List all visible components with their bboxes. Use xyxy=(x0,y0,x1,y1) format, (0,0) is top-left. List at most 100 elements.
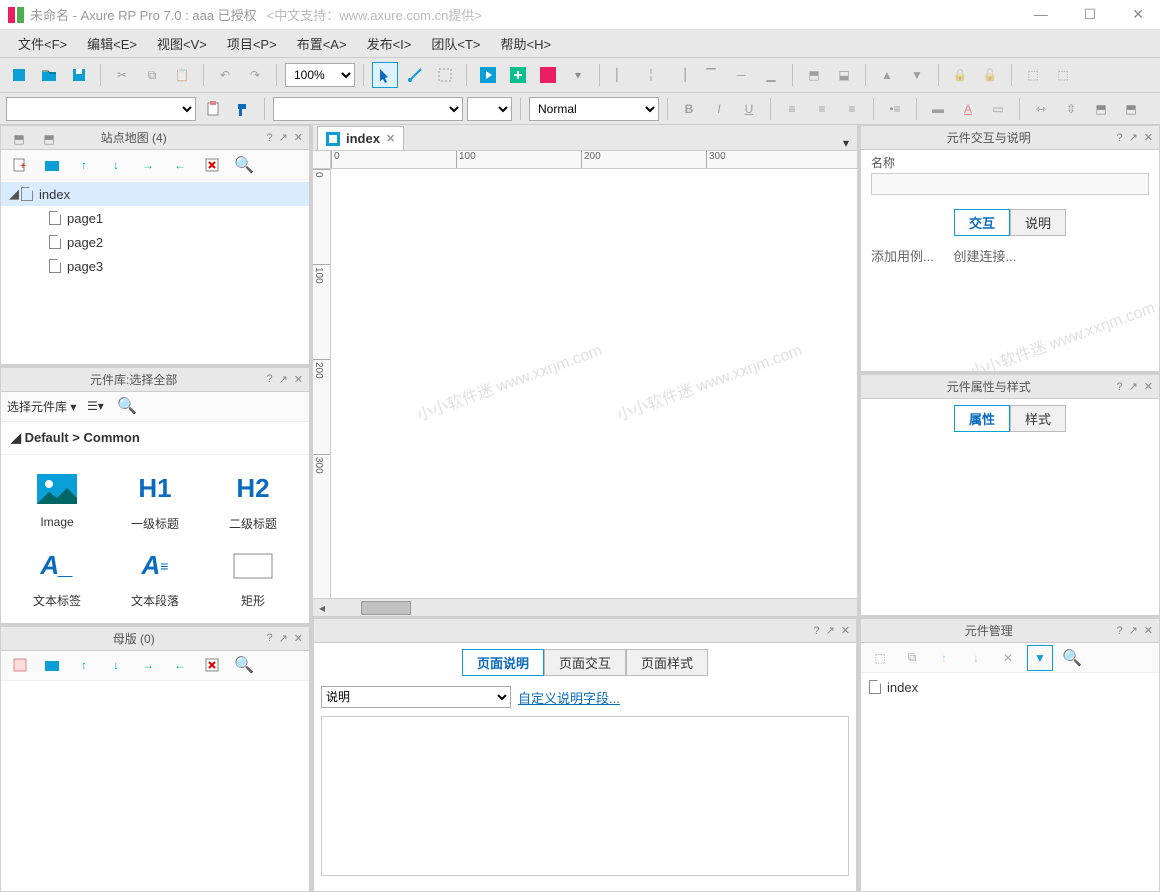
close-panel-icon[interactable]: ✕ xyxy=(294,632,303,645)
misc-button-2[interactable]: ⬚ xyxy=(1050,62,1076,88)
close-panel-icon[interactable]: ✕ xyxy=(294,131,303,144)
master-up-button[interactable]: ↑ xyxy=(71,652,97,678)
outline-filter-button[interactable]: ▼ xyxy=(1027,645,1053,671)
widget-rectangle[interactable]: 矩形 xyxy=(207,542,299,613)
widget-image[interactable]: Image xyxy=(11,465,103,536)
search-sitemap-button[interactable]: 🔍 xyxy=(231,152,257,178)
font-family-dropdown[interactable] xyxy=(273,97,463,121)
help-icon[interactable]: ? xyxy=(1116,381,1122,393)
preview-button[interactable] xyxy=(475,62,501,88)
outline-btn1[interactable]: ⬚ xyxy=(867,645,893,671)
tab-style[interactable]: 样式 xyxy=(1010,405,1066,432)
widget-h1[interactable]: H1 一级标题 xyxy=(109,465,201,536)
text-style-dropdown[interactable]: Normal xyxy=(529,97,659,121)
widget-paragraph[interactable]: A≡ 文本段落 xyxy=(109,542,201,613)
lock-button[interactable]: 🔒 xyxy=(947,62,973,88)
tab-widget-notes[interactable]: 说明 xyxy=(1010,209,1066,236)
border-color-button[interactable]: ▭ xyxy=(985,96,1011,122)
create-link-link[interactable]: 创建连接... xyxy=(953,249,1016,264)
publish-button[interactable] xyxy=(505,62,531,88)
menu-help[interactable]: 帮助<H> xyxy=(490,30,561,57)
select-library-dropdown[interactable]: 选择元件库 ▾ xyxy=(7,398,76,415)
delete-master-button[interactable] xyxy=(199,652,225,678)
popout-icon[interactable]: ↗ xyxy=(1129,624,1138,637)
widget-text-label[interactable]: A_ 文本标签 xyxy=(11,542,103,613)
front-button[interactable]: ▲ xyxy=(874,62,900,88)
add-master-button[interactable] xyxy=(7,652,33,678)
outline-btn2[interactable]: ⧉ xyxy=(899,645,925,671)
tabs-dropdown-icon[interactable]: ▾ xyxy=(843,136,849,150)
ungroup-button[interactable]: ⬓ xyxy=(831,62,857,88)
tree-row-page3[interactable]: page3 xyxy=(1,254,309,278)
menu-file[interactable]: 文件<F> xyxy=(8,30,77,57)
tree-row-index[interactable]: ◢ index xyxy=(1,182,309,206)
widget-h2[interactable]: H2 二级标题 xyxy=(207,465,299,536)
align-bottom-button[interactable]: ▁ xyxy=(758,62,784,88)
help-icon[interactable]: ? xyxy=(813,625,819,637)
move-right-button[interactable]: → xyxy=(135,152,161,178)
canvas-hscroll[interactable]: ◂ xyxy=(313,598,857,616)
list-view-button[interactable]: ☰▾ xyxy=(82,393,108,419)
canvas-tab-index[interactable]: index ✕ xyxy=(317,126,404,150)
tree-row-page2[interactable]: page2 xyxy=(1,230,309,254)
align-top-button[interactable]: ▔ xyxy=(698,62,724,88)
menu-publish[interactable]: 发布<I> xyxy=(357,30,422,57)
canvas-area[interactable]: 小小软件迷 www.xxrjm.com 小小软件迷 www.xxrjm.com xyxy=(331,169,857,598)
region-tool[interactable] xyxy=(432,62,458,88)
dist-v-button[interactable]: ⇳ xyxy=(1058,96,1084,122)
notes-type-dropdown[interactable]: 说明 xyxy=(321,686,511,708)
add-case-link[interactable]: 添加用例... xyxy=(871,249,934,264)
outline-up-button[interactable]: ↑ xyxy=(931,645,957,671)
collapse-icon[interactable]: ◢ xyxy=(9,186,21,202)
align-middle-button[interactable]: ─ xyxy=(728,62,754,88)
tab-page-notes[interactable]: 页面说明 xyxy=(462,649,544,676)
outline-row-index[interactable]: index xyxy=(861,675,1159,699)
italic-button[interactable]: I xyxy=(706,96,732,122)
move-up-button[interactable]: ↑ xyxy=(71,152,97,178)
menu-view[interactable]: 视图<V> xyxy=(147,30,217,57)
order-back-button[interactable]: ⬒ xyxy=(1118,96,1144,122)
fill-color-button[interactable]: ▬ xyxy=(925,96,951,122)
text-right-button[interactable]: ≡ xyxy=(839,96,865,122)
move-left-button[interactable]: ← xyxy=(167,152,193,178)
popout-icon[interactable]: ↗ xyxy=(279,131,288,144)
align-center-button[interactable]: ╎ xyxy=(638,62,664,88)
minimize-button[interactable]: — xyxy=(1026,4,1056,25)
align-right-button[interactable]: ▕ xyxy=(668,62,694,88)
outline-search-button[interactable]: 🔍 xyxy=(1059,645,1085,671)
add-master-folder-button[interactable] xyxy=(39,652,65,678)
align-left-button[interactable]: ▏ xyxy=(608,62,634,88)
misc-button-1[interactable]: ⬚ xyxy=(1020,62,1046,88)
menu-team[interactable]: 团队<T> xyxy=(421,30,490,57)
unlock-button[interactable]: 🔓 xyxy=(977,62,1003,88)
order-bwd-button[interactable]: ⬒ xyxy=(36,126,62,152)
undo-button[interactable]: ↶ xyxy=(212,62,238,88)
order-front-button[interactable]: ⬒ xyxy=(1088,96,1114,122)
more-publish-button[interactable]: ▾ xyxy=(565,62,591,88)
popout-icon[interactable]: ↗ xyxy=(279,632,288,645)
zoom-dropdown[interactable]: 100% xyxy=(285,63,355,87)
underline-button[interactable]: U xyxy=(736,96,762,122)
widget-name-input[interactable] xyxy=(871,173,1149,195)
tree-row-page1[interactable]: page1 xyxy=(1,206,309,230)
custom-fields-link[interactable]: 自定义说明字段... xyxy=(518,688,620,707)
delete-page-button[interactable] xyxy=(199,152,225,178)
tab-page-style[interactable]: 页面样式 xyxy=(626,649,708,676)
new-button[interactable] xyxy=(6,62,32,88)
close-panel-icon[interactable]: ✕ xyxy=(294,373,303,386)
tab-interactions[interactable]: 交互 xyxy=(954,209,1010,236)
widget-category[interactable]: ◢ Default > Common xyxy=(1,422,309,455)
help-icon[interactable]: ? xyxy=(266,373,272,385)
master-down-button[interactable]: ↓ xyxy=(103,652,129,678)
menu-project[interactable]: 项目<P> xyxy=(217,30,287,57)
master-right-button[interactable]: → xyxy=(135,652,161,678)
bold-button[interactable]: B xyxy=(676,96,702,122)
back-button[interactable]: ▼ xyxy=(904,62,930,88)
dist-h-button[interactable]: ⇿ xyxy=(1028,96,1054,122)
pointer-tool[interactable] xyxy=(372,62,398,88)
outline-delete-button[interactable]: ✕ xyxy=(995,645,1021,671)
spec-button[interactable] xyxy=(535,62,561,88)
connector-tool[interactable] xyxy=(402,62,428,88)
redo-button[interactable]: ↷ xyxy=(242,62,268,88)
master-left-button[interactable]: ← xyxy=(167,652,193,678)
